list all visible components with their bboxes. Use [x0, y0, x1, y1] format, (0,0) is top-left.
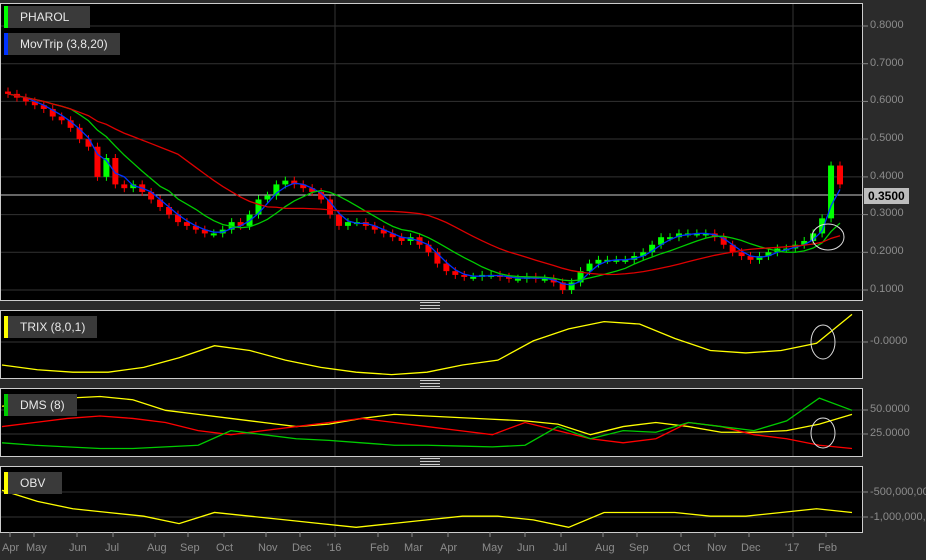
price-axis-label: 0.6000: [870, 94, 904, 106]
x-axis-label: '16: [327, 542, 342, 554]
stock-chart[interactable]: [0, 0, 926, 560]
candle: [344, 222, 351, 226]
candle: [452, 271, 459, 275]
legend-dms[interactable]: DMS (8): [4, 394, 77, 416]
x-axis-label: Jul: [553, 542, 568, 554]
candle: [425, 244, 432, 253]
x-axis-label: Apr: [2, 542, 20, 554]
obv-axis-label: -1,000,000,000: [870, 511, 926, 523]
candle: [595, 259, 602, 264]
x-axis-label: Dec: [741, 542, 761, 554]
candle: [210, 233, 217, 236]
x-axis-label: Mar: [404, 542, 423, 554]
panel-resize-handle[interactable]: [420, 458, 440, 465]
x-axis-label: Feb: [818, 542, 837, 554]
panel-resize-handle[interactable]: [420, 380, 440, 387]
price-axis-label: 0.1000: [870, 283, 904, 295]
x-axis-label: Dec: [292, 542, 312, 554]
panel-0: [0, 3, 863, 301]
candle: [121, 184, 128, 189]
legend-pharol[interactable]: PHAROL: [4, 6, 90, 28]
candle: [470, 276, 477, 279]
price-axis-label: 0.7000: [870, 57, 904, 69]
candle: [264, 195, 271, 200]
x-axis-label: Jul: [105, 542, 120, 554]
panel-2: [0, 388, 863, 457]
candle: [514, 278, 521, 281]
panel-1: [0, 310, 863, 379]
price-axis-label: 0.4000: [870, 170, 904, 182]
price-axis-label: 0.2000: [870, 245, 904, 257]
panel-3: [0, 466, 863, 533]
price-axis-label: 0.8000: [870, 19, 904, 31]
x-axis-label: Oct: [216, 542, 234, 554]
candle: [255, 199, 262, 215]
price-axis-label: 0.5000: [870, 132, 904, 144]
x-axis-label: Aug: [147, 542, 167, 554]
legend-obv[interactable]: OBV: [4, 472, 62, 494]
dms-axis-label: 25.0000: [870, 427, 910, 439]
x-axis-label: Sep: [180, 542, 200, 554]
x-axis-label: Nov: [707, 542, 727, 554]
candle: [837, 165, 843, 185]
current-price-badge: 0.3500: [864, 188, 909, 204]
candle: [336, 214, 343, 226]
legend-trix[interactable]: TRIX (8,0,1): [4, 316, 98, 338]
x-axis-label: Apr: [440, 542, 458, 554]
x-axis-label: Oct: [673, 542, 691, 554]
candle: [282, 180, 289, 185]
x-axis-label: Jun: [69, 542, 87, 554]
x-axis-label: May: [26, 542, 47, 554]
candle: [5, 91, 11, 94]
panel-resize-handle[interactable]: [420, 302, 440, 309]
x-axis-label: May: [482, 542, 503, 554]
x-axis-label: '17: [785, 542, 800, 554]
obv-axis-label: -500,000,000: [870, 486, 926, 498]
x-axis-label: Sep: [629, 542, 649, 554]
x-axis-label: Feb: [370, 542, 389, 554]
x-axis-label: Jun: [517, 542, 535, 554]
x-axis-label: Nov: [258, 542, 278, 554]
x-axis-label: Aug: [595, 542, 615, 554]
price-axis-label: 0.3000: [870, 207, 904, 219]
legend-movtrip[interactable]: MovTrip (3,8,20): [4, 33, 120, 55]
dms-axis-label: 50.0000: [870, 403, 910, 415]
trix-axis-label: -0.0000: [870, 335, 908, 347]
